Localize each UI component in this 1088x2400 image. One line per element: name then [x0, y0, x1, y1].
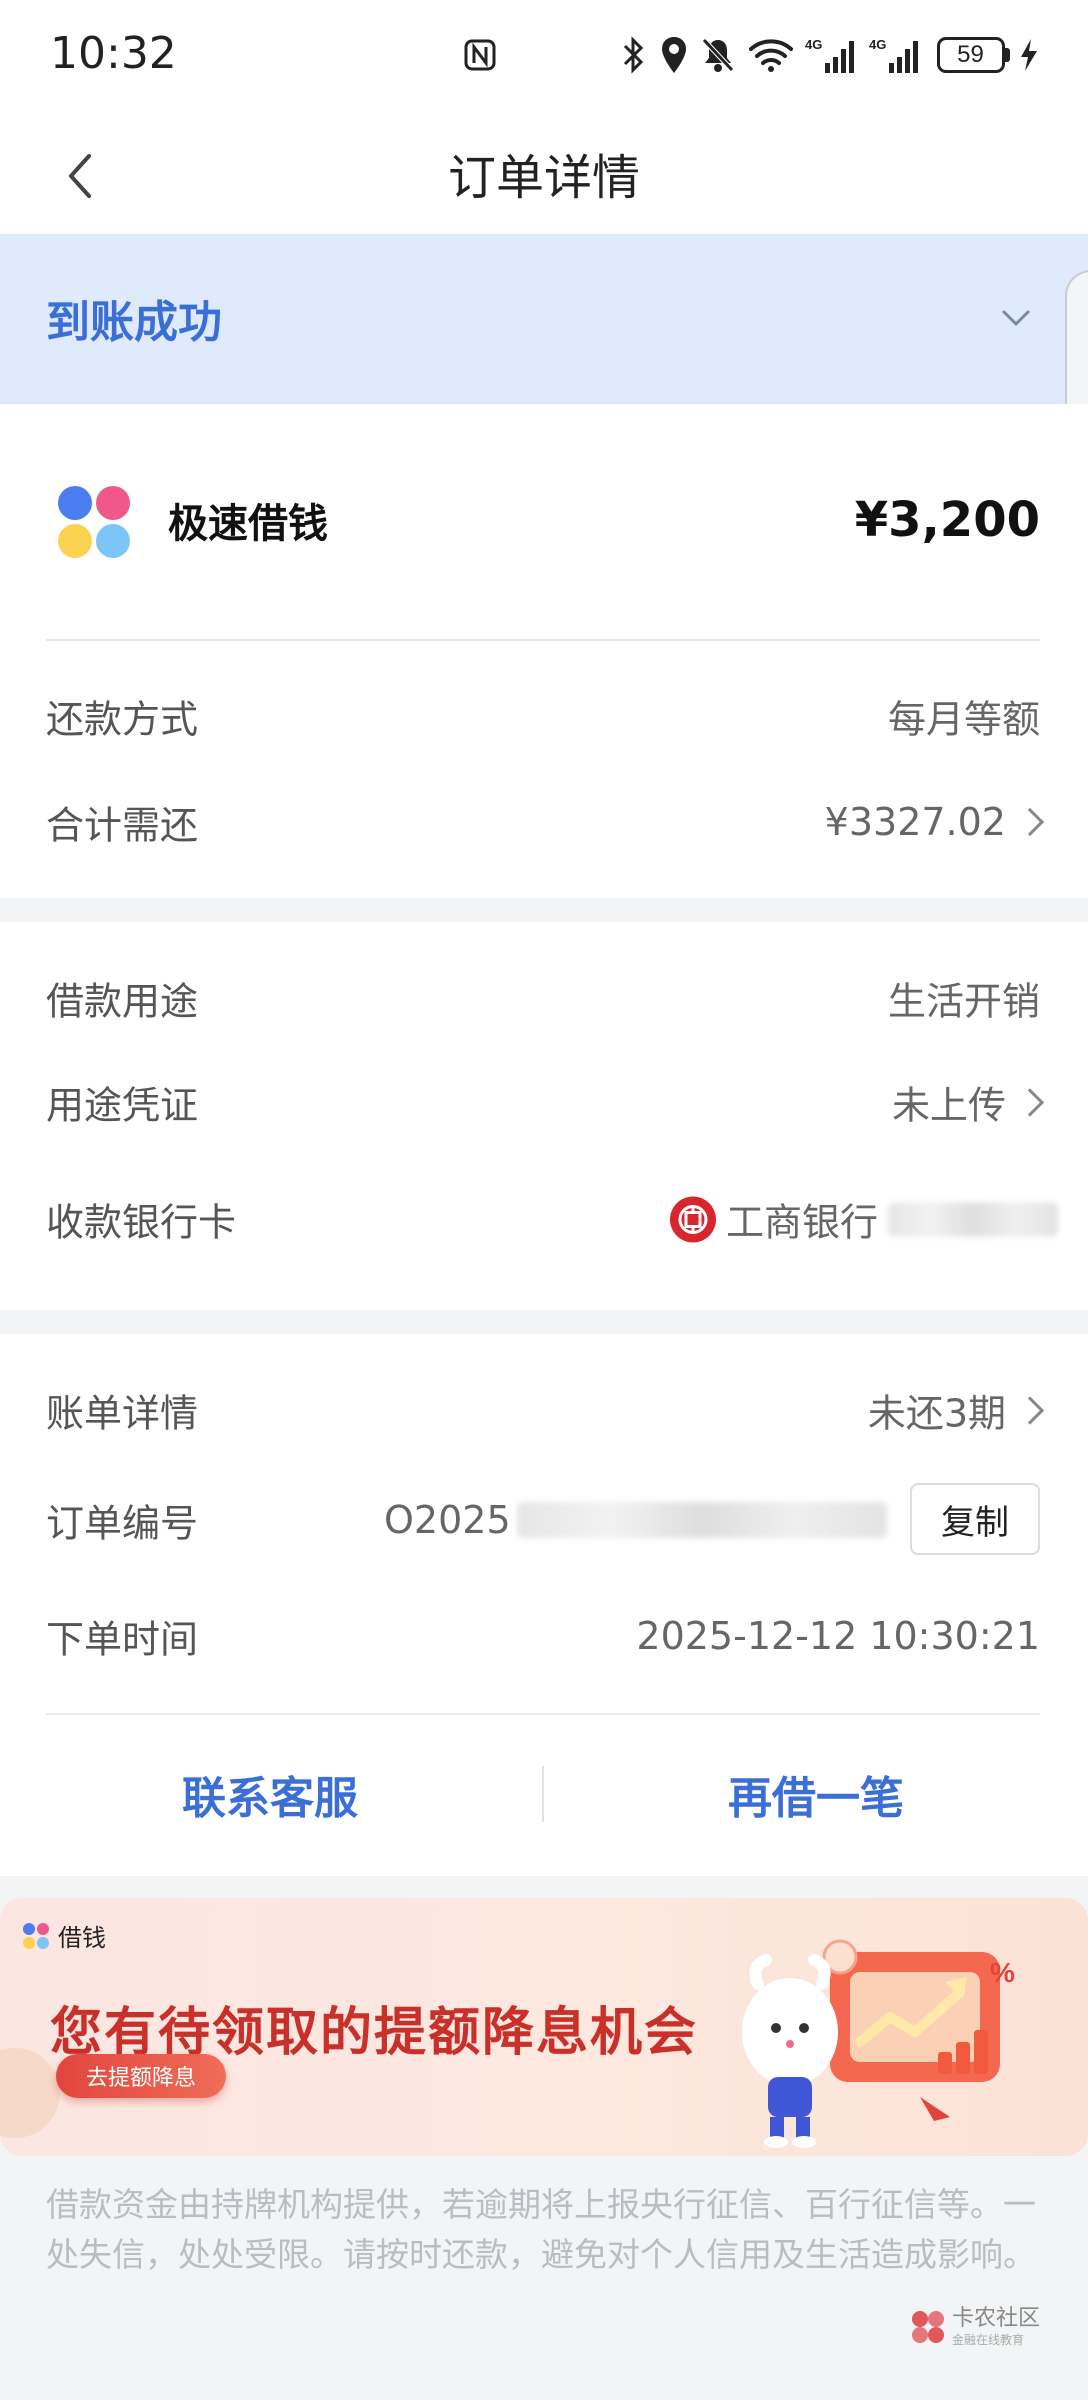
- chevron-right-icon: [1015, 1087, 1045, 1117]
- promo-cta-button[interactable]: 去提额降息: [56, 2054, 226, 2098]
- chevron-right-icon: [1015, 1395, 1045, 1425]
- icbc-logo-icon: [669, 1196, 716, 1242]
- watermark-name: 卡农社区: [952, 2306, 1041, 2331]
- bank-card-value: 工商银行: [669, 1192, 1058, 1247]
- status-bar: 10:32 4G 4G 59: [0, 0, 1088, 118]
- bill-detail-label: 账单详情: [46, 1391, 199, 1436]
- bank-card-label: 收款银行卡: [46, 1200, 237, 1245]
- order-no-text: O2025: [384, 1498, 511, 1542]
- promo-tag-text: 借钱: [58, 1924, 106, 1952]
- chevron-right-icon: [1015, 807, 1045, 837]
- purpose-text: 生活开销: [887, 979, 1040, 1024]
- watermark: 卡农社区 金融在线教育: [910, 2308, 1040, 2346]
- redacted-card-number: [888, 1202, 1058, 1236]
- promo-tag: 借钱: [22, 1918, 106, 1953]
- watermark-text: 卡农社区 金融在线教育: [952, 2306, 1041, 2347]
- mute-bell-icon: [698, 30, 738, 80]
- battery-level: 59: [936, 37, 1005, 73]
- divider: [46, 639, 1040, 641]
- status-banner[interactable]: 到账成功: [0, 234, 1088, 404]
- charging-icon: [1016, 30, 1042, 80]
- svg-text:%: %: [990, 1957, 1015, 1988]
- svg-text:4G: 4G: [805, 37, 822, 52]
- nav-bar: 订单详情: [0, 118, 1088, 234]
- watermark-logo-icon: [912, 2311, 944, 2343]
- product-name: 极速借钱: [168, 501, 328, 547]
- status-banner-text: 到账成功: [46, 297, 222, 348]
- signal-4g-icon: 4G: [804, 30, 860, 80]
- signal-4g-icon-2: 4G: [868, 30, 924, 80]
- contact-service-button[interactable]: 联系客服: [70, 1762, 470, 1826]
- total-due-label: 合计需还: [46, 803, 199, 848]
- total-due-value: ¥3327.02: [824, 800, 1006, 844]
- risk-disclaimer: 借款资金由持牌机构提供，若逾期将上报央行征信、百行征信等。一处失信，处处受限。请…: [46, 2185, 1036, 2274]
- bank-name: 工商银行: [725, 1200, 878, 1245]
- repay-method-label: 还款方式: [46, 697, 199, 742]
- action-divider: [542, 1766, 544, 1822]
- status-time: 10:32: [50, 28, 177, 79]
- purpose-label: 借款用途: [46, 979, 199, 1024]
- redacted-order-number: [516, 1502, 887, 1538]
- watermark-sub: 金融在线教育: [952, 2333, 1025, 2347]
- proof-label: 用途凭证: [46, 1083, 199, 1128]
- proof-value: 未上传: [891, 1083, 1006, 1128]
- bluetooth-icon: [618, 30, 650, 80]
- borrow-again-button[interactable]: 再借一笔: [616, 1762, 1016, 1826]
- promo-banner[interactable]: 借钱 您有待领取的提额降息机会 去提额降息 %: [0, 1898, 1088, 2156]
- purpose-value: 生活开销: [888, 971, 1040, 1026]
- page-title: 订单详情: [447, 150, 640, 206]
- copy-button[interactable]: 复制: [910, 1483, 1040, 1555]
- promo-illustration: %: [740, 1922, 1070, 2152]
- promo-logo-icon: [23, 1922, 49, 1949]
- order-time-value: 2025-12-12 10:30:21: [636, 1614, 1040, 1658]
- product-logo-icon: [56, 484, 132, 560]
- chevron-down-icon[interactable]: [994, 296, 1038, 340]
- location-icon: [656, 30, 692, 80]
- order-no-value: O2025: [384, 1498, 887, 1542]
- loan-amount: ¥3,200: [854, 492, 1040, 548]
- total-due-row-link[interactable]: ¥3327.02: [824, 800, 1045, 844]
- wifi-icon: [746, 30, 796, 80]
- svg-text:4G: 4G: [869, 37, 886, 52]
- proof-row-link[interactable]: 未上传: [891, 1075, 1045, 1130]
- bill-detail-row-link[interactable]: 未还3期: [867, 1383, 1045, 1438]
- bill-detail-value: 未还3期: [867, 1391, 1006, 1436]
- order-time-label: 下单时间: [46, 1617, 199, 1662]
- repay-method-value: 每月等额: [888, 689, 1040, 744]
- divider: [46, 1713, 1040, 1715]
- order-no-label: 订单编号: [46, 1501, 199, 1546]
- order-time-text: 2025-12-12 10:30:21: [636, 1614, 1040, 1658]
- battery-icon: 59: [934, 30, 1012, 80]
- nfc-icon: [458, 30, 502, 80]
- repay-method-text: 每月等额: [887, 697, 1040, 742]
